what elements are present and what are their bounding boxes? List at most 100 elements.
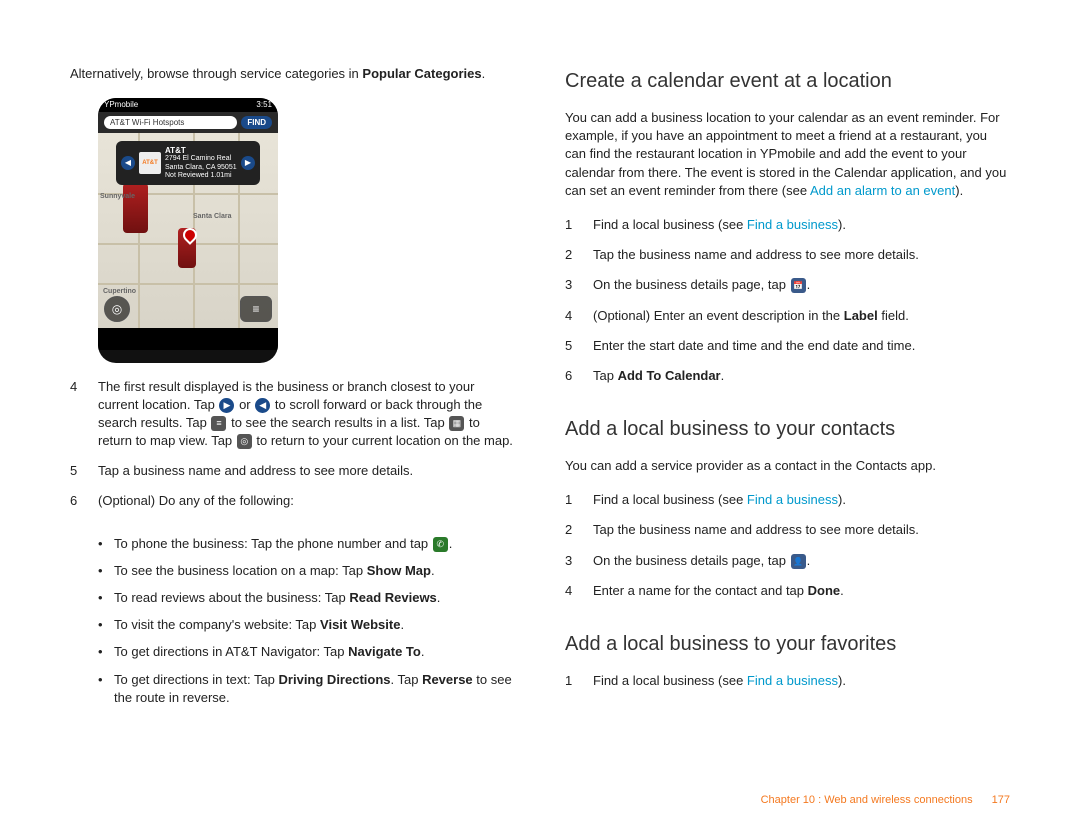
map-icon: ▦ xyxy=(449,416,464,431)
step-5: 5 Tap a business name and address to see… xyxy=(70,462,515,480)
step-text: (Optional) Enter an event description in… xyxy=(593,307,1010,325)
step-text: Tap the business name and address to see… xyxy=(593,246,1010,264)
map-controls: ◎ ≡ xyxy=(104,296,272,322)
highway-shield xyxy=(123,183,148,233)
right-column: Create a calendar event at a location Yo… xyxy=(565,65,1010,794)
bullet-navigate: To get directions in AT&T Navigator: Tap… xyxy=(98,643,515,661)
cal-step-6: 6 Tap Add To Calendar. xyxy=(565,367,1010,385)
intro-bold: Popular Categories xyxy=(362,66,481,81)
next-arrow-icon: ▶ xyxy=(241,156,255,170)
intro-post: . xyxy=(482,66,486,81)
fav-step-1: 1 Find a local business (see Find a busi… xyxy=(565,672,1010,690)
cal-step-1: 1 Find a local business (see Find a busi… xyxy=(565,216,1010,234)
step-text: On the business details page, tap 👤. xyxy=(593,552,1010,570)
step-number: 3 xyxy=(565,552,593,570)
bullet-directions: To get directions in text: Tap Driving D… xyxy=(98,671,515,707)
cal-step-3: 3 On the business details page, tap 📅. xyxy=(565,276,1010,294)
status-app: YPmobile xyxy=(104,100,138,109)
intro-paragraph: Alternatively, browse through service ca… xyxy=(70,65,515,83)
step-number: 2 xyxy=(565,521,593,539)
popup-addr2: Santa Clara, CA 95051 xyxy=(165,164,237,172)
heading-calendar: Create a calendar event at a location xyxy=(565,69,1010,93)
bullet-website: To visit the company's website: Tap Visi… xyxy=(98,616,515,634)
heading-favorites: Add a local business to your favorites xyxy=(565,632,1010,656)
status-time: 3:51 xyxy=(256,100,272,109)
popup-logo: AT&T xyxy=(139,152,161,174)
step-text: Tap Add To Calendar. xyxy=(593,367,1010,385)
step-number: 3 xyxy=(565,276,593,294)
step-text: Find a local business (see Find a busine… xyxy=(593,491,1010,509)
step-text: On the business details page, tap 📅. xyxy=(593,276,1010,294)
map-popup: ◀ AT&T AT&T 2794 El Camino Real Santa Cl… xyxy=(116,141,260,186)
page-footer: Chapter 10 : Web and wireless connection… xyxy=(761,794,1010,806)
cal-step-2: 2 Tap the business name and address to s… xyxy=(565,246,1010,264)
list-icon: ≡ xyxy=(211,416,226,431)
bullet-phone: To phone the business: Tap the phone num… xyxy=(98,535,515,553)
calendar-icon: 📅 xyxy=(791,278,806,293)
step-number: 6 xyxy=(565,367,593,385)
bullet-map: To see the business location on a map: T… xyxy=(98,562,515,580)
con-step-1: 1 Find a local business (see Find a busi… xyxy=(565,491,1010,509)
link-find-business[interactable]: Find a business xyxy=(747,492,838,507)
find-button: FIND xyxy=(241,116,272,129)
link-add-alarm[interactable]: Add an alarm to an event xyxy=(810,183,955,198)
bullet-reviews: To read reviews about the business: Tap … xyxy=(98,589,515,607)
step-text: (Optional) Do any of the following: xyxy=(98,492,515,510)
step-number: 6 xyxy=(70,492,98,510)
contacts-intro: You can add a service provider as a cont… xyxy=(565,457,1010,475)
step-number: 4 xyxy=(70,378,98,451)
step-number: 1 xyxy=(565,672,593,690)
list-icon: ≡ xyxy=(240,296,272,322)
cal-step-5: 5 Enter the start date and time and the … xyxy=(565,337,1010,355)
step-6: 6 (Optional) Do any of the following: xyxy=(70,492,515,510)
forward-icon: ▶ xyxy=(219,398,234,413)
city-label: Santa Clara xyxy=(193,213,232,220)
step-text: Enter the start date and time and the en… xyxy=(593,337,1010,355)
con-step-2: 2 Tap the business name and address to s… xyxy=(565,521,1010,539)
heading-contacts: Add a local business to your contacts xyxy=(565,417,1010,441)
map-area: ◀ AT&T AT&T 2794 El Camino Real Santa Cl… xyxy=(98,133,278,328)
intro-pre: Alternatively, browse through service ca… xyxy=(70,66,362,81)
phone-screenshot: YPmobile 3:51 AT&T Wi-Fi Hotspots FIND ◀… xyxy=(98,98,278,363)
step-text: Tap a business name and address to see m… xyxy=(98,462,515,480)
search-input: AT&T Wi-Fi Hotspots xyxy=(104,116,237,129)
city-label: Sunnyvale xyxy=(100,193,135,200)
step-text: The first result displayed is the busine… xyxy=(98,378,515,451)
con-step-4: 4 Enter a name for the contact and tap D… xyxy=(565,582,1010,600)
city-label: Cupertino xyxy=(103,288,136,295)
step-number: 1 xyxy=(565,491,593,509)
contact-icon: 👤 xyxy=(791,554,806,569)
status-bar: YPmobile 3:51 xyxy=(98,98,278,112)
page-number: 177 xyxy=(992,794,1010,806)
calendar-intro: You can add a business location to your … xyxy=(565,109,1010,200)
step-number: 4 xyxy=(565,307,593,325)
cal-step-4: 4 (Optional) Enter an event description … xyxy=(565,307,1010,325)
step-number: 2 xyxy=(565,246,593,264)
back-icon: ◀ xyxy=(255,398,270,413)
step-4: 4 The first result displayed is the busi… xyxy=(70,378,515,451)
link-find-business[interactable]: Find a business xyxy=(747,217,838,232)
chapter-label: Chapter 10 : Web and wireless connection… xyxy=(761,794,973,806)
locate-icon: ◎ xyxy=(237,434,252,449)
step-number: 5 xyxy=(565,337,593,355)
step-number: 5 xyxy=(70,462,98,480)
step-number: 4 xyxy=(565,582,593,600)
bullet-list: To phone the business: Tap the phone num… xyxy=(70,535,515,716)
step-text: Enter a name for the contact and tap Don… xyxy=(593,582,1010,600)
bottom-tabs xyxy=(98,328,278,350)
step-text: Find a local business (see Find a busine… xyxy=(593,672,1010,690)
popup-brand: AT&T xyxy=(165,146,237,156)
locate-icon: ◎ xyxy=(104,296,130,322)
link-find-business[interactable]: Find a business xyxy=(747,673,838,688)
con-step-3: 3 On the business details page, tap 👤. xyxy=(565,552,1010,570)
popup-addr1: 2794 El Camino Real xyxy=(165,155,237,163)
step-text: Find a local business (see Find a busine… xyxy=(593,216,1010,234)
search-bar: AT&T Wi-Fi Hotspots FIND xyxy=(98,112,278,133)
prev-arrow-icon: ◀ xyxy=(121,156,135,170)
step-text: Tap the business name and address to see… xyxy=(593,521,1010,539)
step-number: 1 xyxy=(565,216,593,234)
popup-meta: Not Reviewed 1.01mi xyxy=(165,172,237,180)
left-column: Alternatively, browse through service ca… xyxy=(70,65,515,794)
popup-text: AT&T 2794 El Camino Real Santa Clara, CA… xyxy=(165,146,237,181)
phone-icon: ✆ xyxy=(433,537,448,552)
